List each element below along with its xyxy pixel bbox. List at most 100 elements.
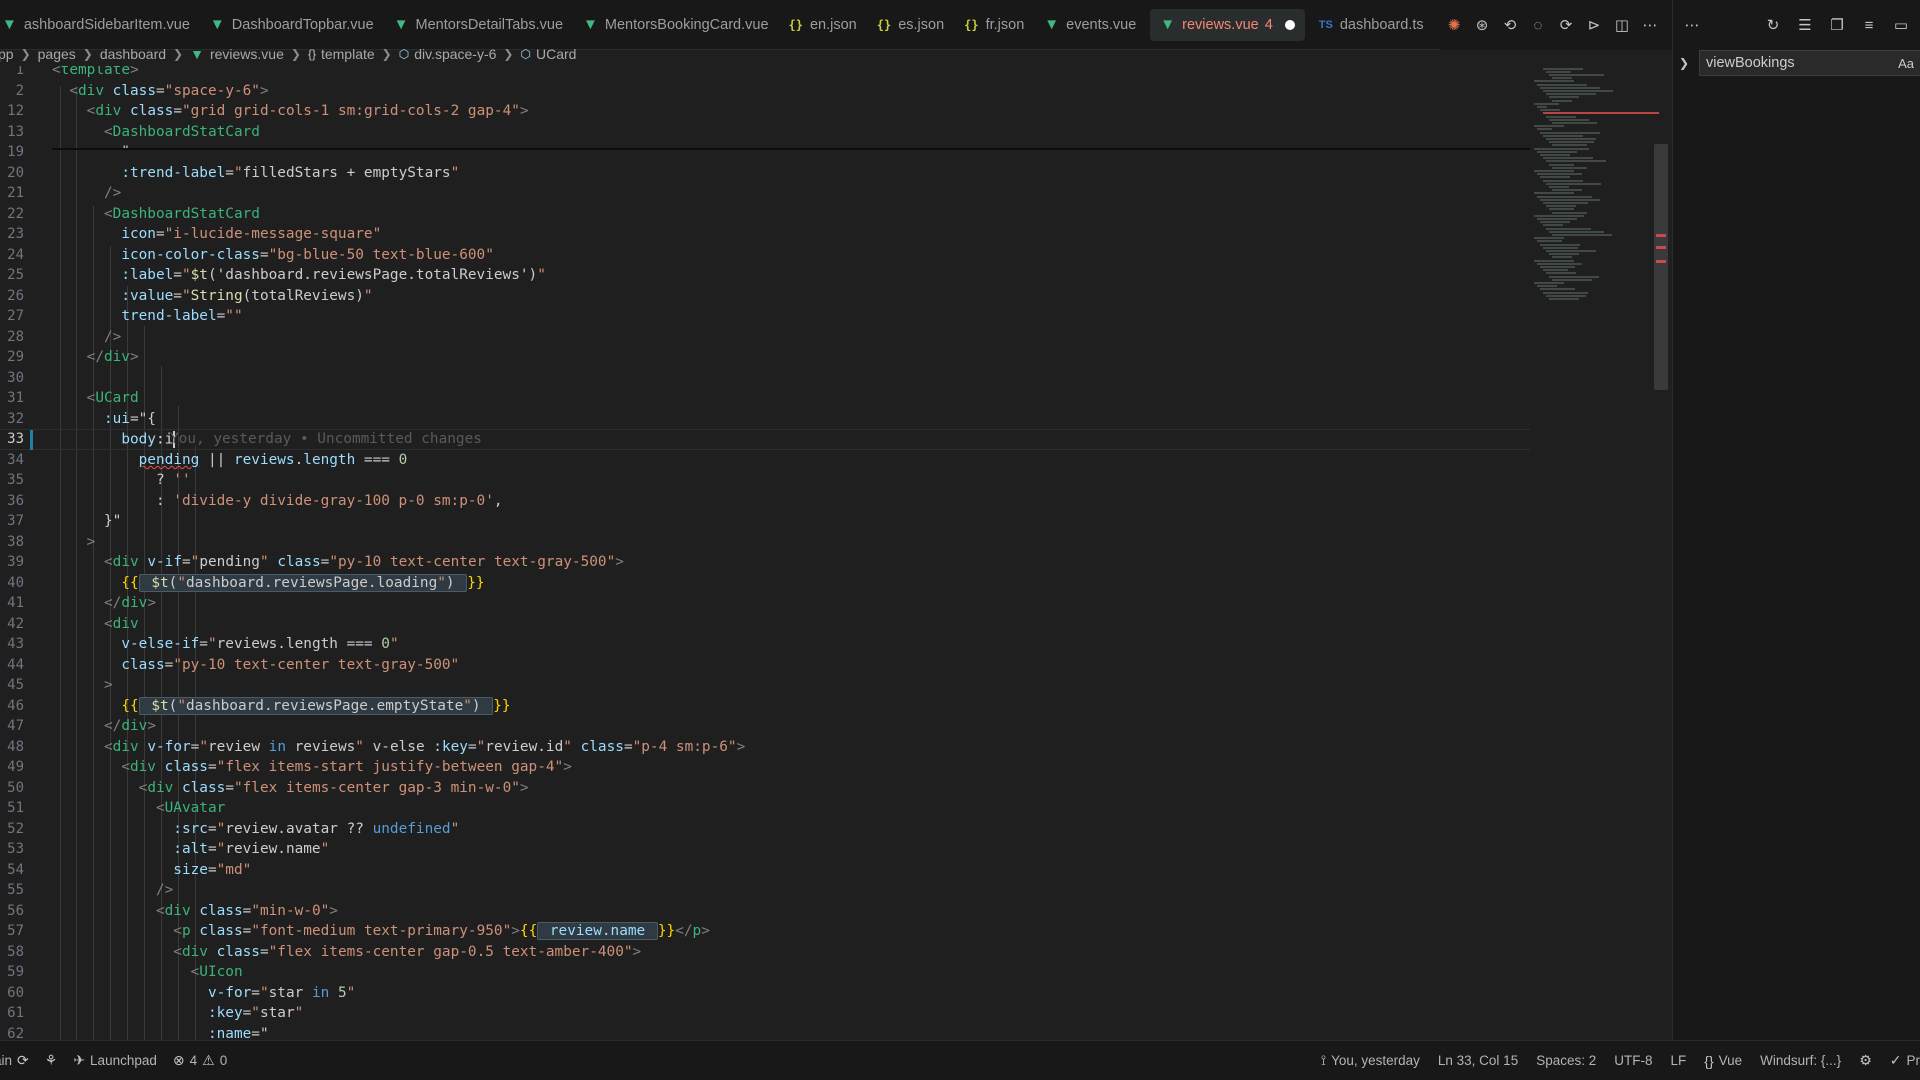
line-number[interactable]: 57 <box>0 923 24 939</box>
code-line[interactable]: 59 <UIcon <box>0 962 1530 983</box>
line-number[interactable]: 40 <box>0 575 24 591</box>
windsurf-status[interactable]: Windsurf: {...} <box>1760 1053 1841 1068</box>
code-line[interactable]: 22 <DashboardStatCard <box>0 204 1530 225</box>
line-number[interactable]: 28 <box>0 329 24 345</box>
go-forward-icon[interactable]: ⟳ <box>1556 15 1576 35</box>
line-number[interactable]: 53 <box>0 841 24 857</box>
line-number[interactable]: 44 <box>0 657 24 673</box>
line-number[interactable]: 62 <box>0 1026 24 1040</box>
line-number[interactable]: 37 <box>0 513 24 529</box>
git-blame-indicator[interactable]: ⟟ You, yesterday <box>1321 1052 1420 1069</box>
line-number[interactable]: 48 <box>0 739 24 755</box>
code-line[interactable]: 27 trend-label="" <box>0 306 1530 327</box>
line-number[interactable]: 24 <box>0 247 24 263</box>
line-number[interactable]: 20 <box>0 165 24 181</box>
refresh-icon[interactable]: ↻ <box>1764 16 1782 34</box>
modified-line-gutter-marker[interactable] <box>30 430 33 450</box>
search-input[interactable]: viewBookings Aa <box>1699 50 1920 76</box>
code-line[interactable]: 44 class="py-10 text-center text-gray-50… <box>0 655 1530 676</box>
code-line[interactable]: 61 :key="star" <box>0 1003 1530 1024</box>
run-icon[interactable]: ⊳ <box>1584 15 1604 35</box>
breadcrumb-item[interactable]: pages <box>38 46 76 62</box>
code-line[interactable]: 32 :ui="{ <box>0 409 1530 430</box>
code-line[interactable]: 25 :label="$t('dashboard.reviewsPage.tot… <box>0 265 1530 286</box>
line-number[interactable]: 51 <box>0 800 24 816</box>
breadcrumb-item[interactable]: UCard <box>536 46 576 62</box>
code-line[interactable]: 53 :alt="review.name" <box>0 839 1530 860</box>
code-line[interactable]: 37 }" <box>0 511 1530 532</box>
code-line[interactable]: 46 {{ $t("dashboard.reviewsPage.emptySta… <box>0 696 1530 717</box>
line-number[interactable]: 27 <box>0 308 24 324</box>
breadcrumb-item[interactable]: reviews.vue <box>210 46 284 62</box>
code-line[interactable]: 12 <div class="grid grid-cols-1 sm:grid-… <box>0 101 1530 122</box>
code-line[interactable]: 1 <template> <box>0 66 1530 81</box>
problems-indicator[interactable]: ⊗ 4 ⚠ 0 <box>173 1052 227 1069</box>
code-line[interactable]: 26 :value="String(totalReviews)" <box>0 286 1530 307</box>
line-number[interactable]: 49 <box>0 759 24 775</box>
line-number[interactable]: 59 <box>0 964 24 980</box>
breadcrumb-item[interactable]: div.space-y-6 <box>414 46 496 62</box>
code-line[interactable]: 39 <div v-if="pending" class="py-10 text… <box>0 552 1530 573</box>
line-number[interactable]: 2 <box>0 83 24 99</box>
unsaved-dot-icon[interactable] <box>1284 19 1295 30</box>
code-editor[interactable]: 1 <template> 2 <div class="space-y-6"> 12 <… <box>0 66 1672 1040</box>
breadcrumb-item[interactable]: template <box>321 46 375 62</box>
code-line[interactable]: 43 v-else-if="reviews.length === 0" <box>0 634 1530 655</box>
breadcrumb-item[interactable]: dashboard <box>100 46 166 62</box>
code-line[interactable]: 60 v-for="star in 5" <box>0 983 1530 1004</box>
line-number[interactable]: 42 <box>0 616 24 632</box>
go-back-icon[interactable]: ⟲ <box>1500 15 1520 35</box>
line-number[interactable]: 38 <box>0 534 24 550</box>
line-number[interactable]: 13 <box>0 124 24 140</box>
code-line[interactable]: 49 <div class="flex items-start justify-… <box>0 757 1530 778</box>
code-line[interactable]: 52 :src="review.avatar ?? undefined" <box>0 819 1530 840</box>
line-number[interactable]: 60 <box>0 985 24 1001</box>
code-line[interactable]: 38 > <box>0 532 1530 553</box>
code-line[interactable]: 56 <div class="min-w-0"> <box>0 901 1530 922</box>
code-line[interactable]: 57 <p class="font-medium text-primary-95… <box>0 921 1530 942</box>
timeline-icon[interactable]: ◌ <box>1528 15 1548 35</box>
line-number[interactable]: 26 <box>0 288 24 304</box>
launchpad-button[interactable]: ✈ Launchpad <box>73 1052 157 1069</box>
tab-active[interactable]: ▼ reviews.vue 4 <box>1150 8 1305 41</box>
line-number[interactable]: 32 <box>0 411 24 427</box>
code-line[interactable]: 23 icon="i-lucide-message-square" <box>0 224 1530 245</box>
indentation[interactable]: Spaces: 2 <box>1536 1053 1596 1068</box>
minimap[interactable] <box>1530 66 1659 1040</box>
code-line[interactable]: 47 </div> <box>0 716 1530 737</box>
code-line[interactable]: 20 :trend-label="filledStars + emptyStar… <box>0 163 1530 184</box>
settings-gear-icon[interactable]: ⚙ <box>1859 1052 1872 1069</box>
end-of-line[interactable]: LF <box>1671 1053 1687 1068</box>
line-number[interactable]: 56 <box>0 903 24 919</box>
code-line[interactable]: 45 > <box>0 675 1530 696</box>
line-number[interactable]: 50 <box>0 780 24 796</box>
line-number[interactable]: 39 <box>0 554 24 570</box>
code-line[interactable]: 33 body:i You, yesterday • Uncommitted ch… <box>0 429 1530 450</box>
code-line[interactable]: 54 size="md" <box>0 860 1530 881</box>
sync-icon[interactable]: ⟳ <box>17 1052 29 1069</box>
line-number[interactable]: 31 <box>0 390 24 406</box>
line-number[interactable]: 21 <box>0 185 24 201</box>
collapse-all-icon[interactable]: ≡ <box>1860 17 1878 34</box>
code-line[interactable]: 36 : 'divide-y divide-gray-100 p-0 sm:p-… <box>0 491 1530 512</box>
line-number[interactable]: 43 <box>0 636 24 652</box>
code-line[interactable]: 50 <div class="flex items-center gap-3 m… <box>0 778 1530 799</box>
line-number[interactable]: 36 <box>0 493 24 509</box>
code-line[interactable]: 2 <div class="space-y-6"> <box>0 81 1530 102</box>
code-line[interactable]: 55 /> <box>0 880 1530 901</box>
language-mode[interactable]: {} Vue <box>1704 1053 1742 1069</box>
clear-results-icon[interactable]: ☰ <box>1796 16 1814 34</box>
line-number[interactable]: 34 <box>0 452 24 468</box>
line-number[interactable]: 52 <box>0 821 24 837</box>
code-line[interactable]: 29 </div> <box>0 347 1530 368</box>
code-line[interactable]: 31 <UCard <box>0 388 1530 409</box>
view-as-tree-icon[interactable]: ▭ <box>1892 16 1910 34</box>
line-number[interactable]: 54 <box>0 862 24 878</box>
breadcrumb-item[interactable]: pp <box>0 46 14 62</box>
code-line[interactable]: 62 :name=" <box>0 1024 1530 1040</box>
more-icon[interactable]: ⋯ <box>1683 16 1701 34</box>
line-number[interactable]: 19 <box>0 144 24 160</box>
code-line[interactable]: 24 icon-color-class="bg-blue-50 text-blu… <box>0 245 1530 266</box>
split-editor-icon[interactable]: ◫ <box>1612 15 1632 35</box>
cursor-position[interactable]: Ln 33, Col 15 <box>1438 1053 1518 1068</box>
